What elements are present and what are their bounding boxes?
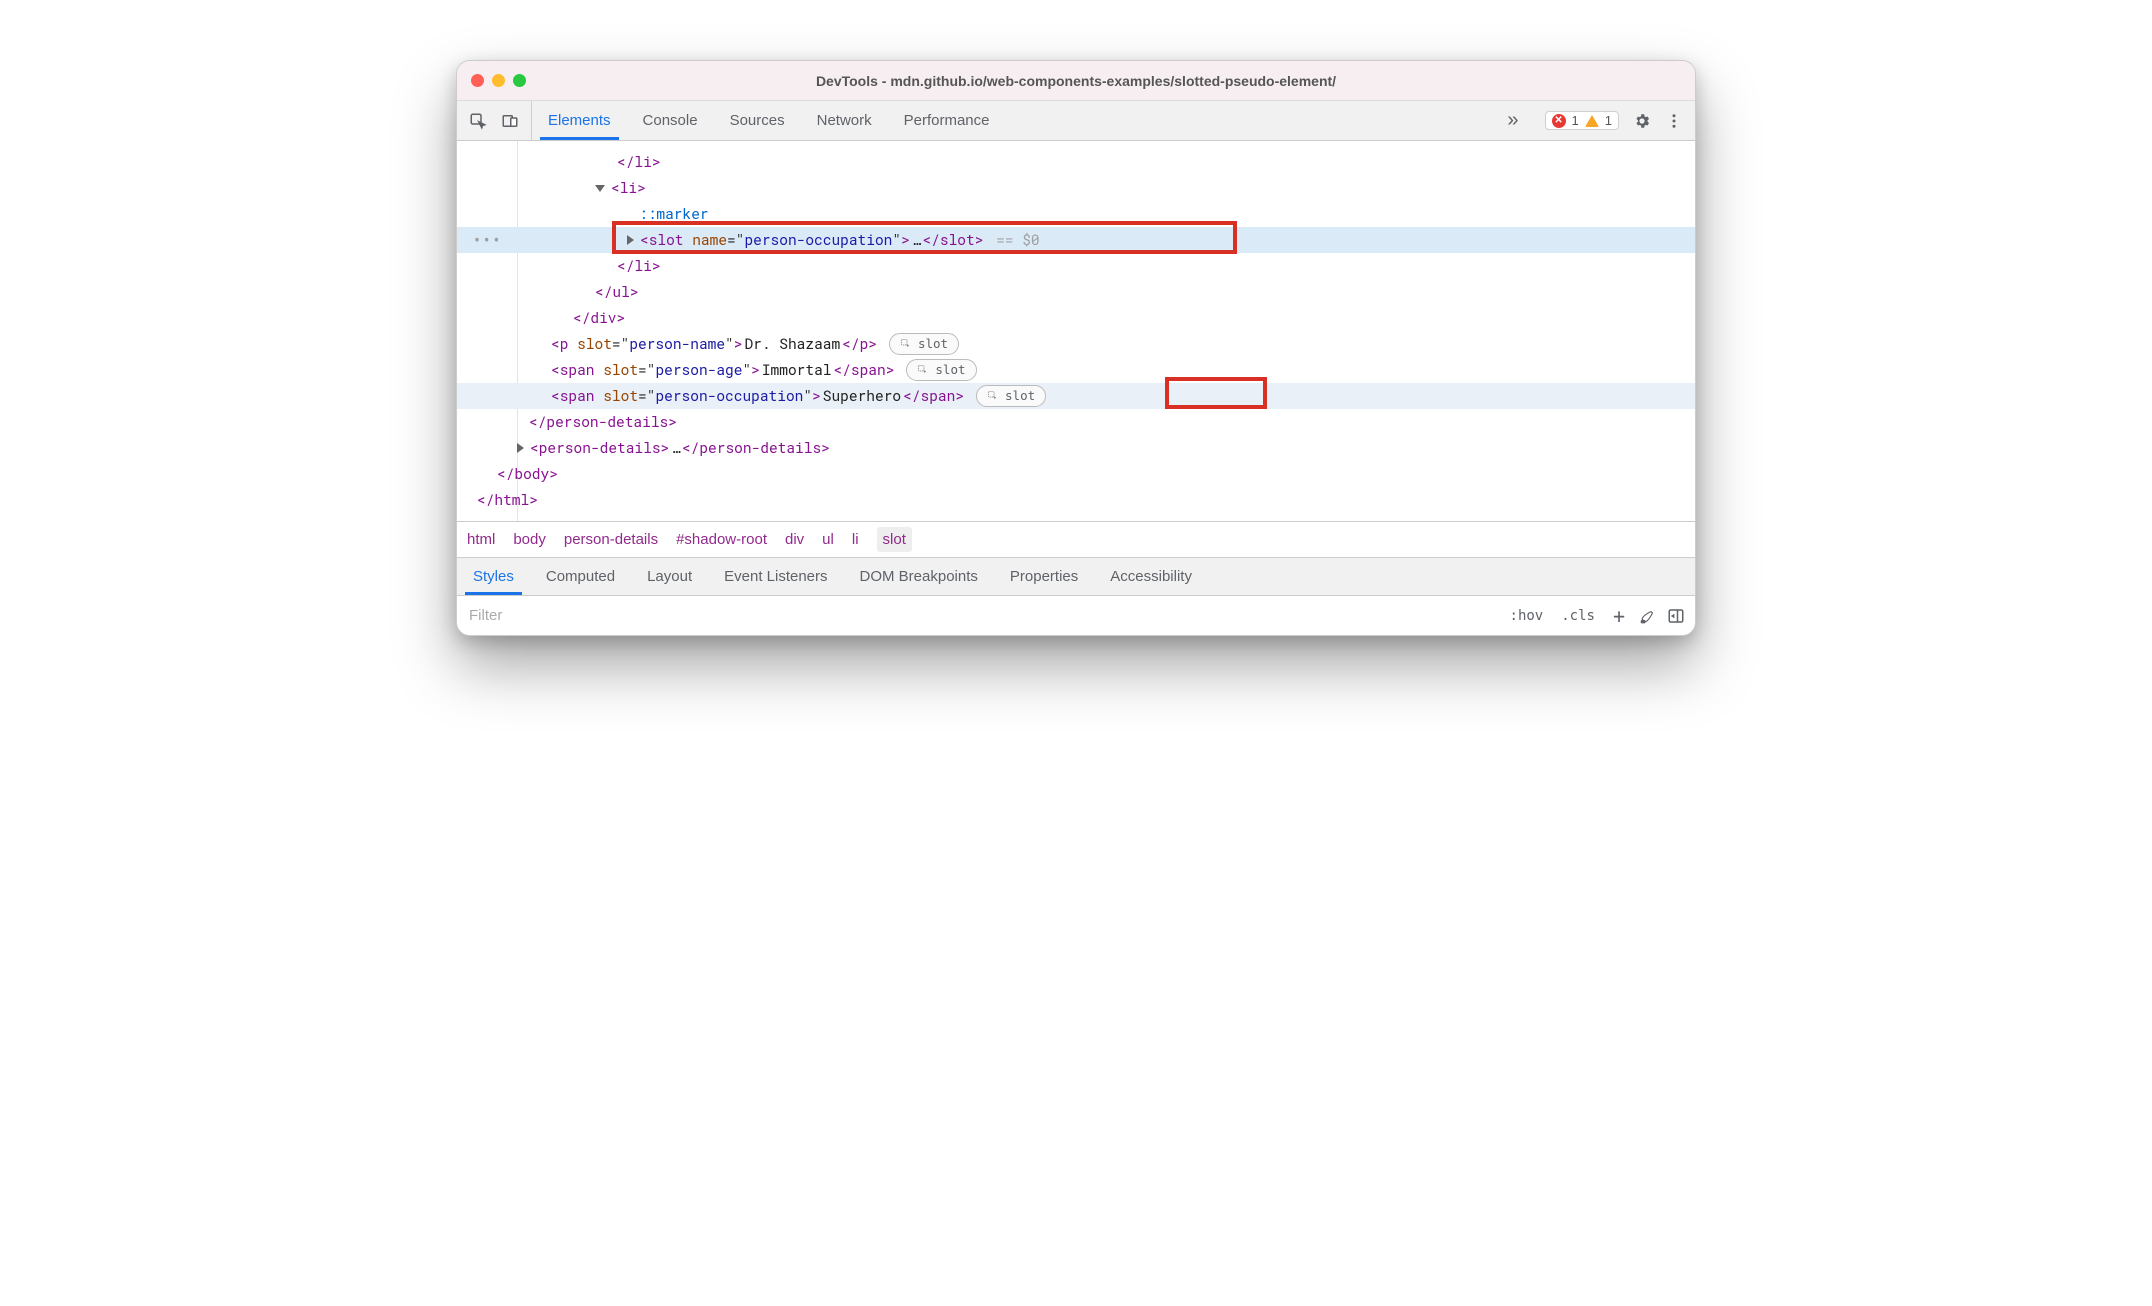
tree-row[interactable]: </li> (457, 253, 1695, 279)
panel-toggle-icon[interactable] (1667, 607, 1685, 625)
subtab-dom-breakpoints[interactable]: DOM Breakpoints (844, 558, 994, 595)
tab-performance[interactable]: Performance (888, 101, 1006, 140)
traffic-lights (471, 74, 526, 87)
elements-panel[interactable]: </li><li>::marker•••<slot name="person-o… (457, 141, 1695, 521)
subtab-layout[interactable]: Layout (631, 558, 708, 595)
error-count: 1 (1572, 113, 1579, 128)
titlebar: DevTools - mdn.github.io/web-components-… (457, 61, 1695, 101)
tab-console[interactable]: Console (627, 101, 714, 140)
warning-icon (1585, 115, 1599, 127)
cls-button[interactable]: .cls (1557, 608, 1599, 624)
tree-row[interactable]: •••<slot name="person-occupation">…</slo… (457, 227, 1695, 253)
breadcrumb-item[interactable]: html (467, 531, 495, 548)
tree-row[interactable]: </html> (457, 487, 1695, 513)
close-icon[interactable] (471, 74, 484, 87)
toolbar: ElementsConsoleSourcesNetworkPerformance… (457, 101, 1695, 141)
slot-reveal-pill[interactable]: slot (906, 359, 976, 381)
tree-row[interactable]: <span slot="person-occupation">Superhero… (457, 383, 1695, 409)
kebab-icon[interactable] (1665, 112, 1683, 130)
minimize-icon[interactable] (492, 74, 505, 87)
breadcrumb-item[interactable]: #shadow-root (676, 531, 767, 548)
styles-subtabs: StylesComputedLayoutEvent ListenersDOM B… (457, 557, 1695, 595)
styles-filter-bar: :hov .cls + (457, 595, 1695, 635)
plus-button[interactable]: + (1609, 604, 1629, 628)
gear-icon[interactable] (1633, 112, 1651, 130)
breadcrumb-item[interactable]: div (785, 531, 804, 548)
tree-row[interactable]: <span slot="person-age">Immortal</span>s… (457, 357, 1695, 383)
tree-row[interactable]: </div> (457, 305, 1695, 331)
subtab-styles[interactable]: Styles (457, 558, 530, 595)
subtab-accessibility[interactable]: Accessibility (1094, 558, 1208, 595)
paintbrush-icon[interactable] (1639, 607, 1657, 625)
device-toggle-icon[interactable] (501, 112, 519, 130)
devtools-window: DevTools - mdn.github.io/web-components-… (456, 60, 1696, 636)
inspect-icon[interactable] (469, 112, 487, 130)
tab-elements[interactable]: Elements (532, 101, 627, 140)
tree-row[interactable]: <p slot="person-name">Dr. Shazaam</p>slo… (457, 331, 1695, 357)
tree-row[interactable]: <li> (457, 175, 1695, 201)
maximize-icon[interactable] (513, 74, 526, 87)
breadcrumb-item[interactable]: body (513, 531, 546, 548)
tab-network[interactable]: Network (801, 101, 888, 140)
hov-button[interactable]: :hov (1506, 608, 1548, 624)
tree-row[interactable]: </body> (457, 461, 1695, 487)
filter-input[interactable] (457, 596, 1496, 635)
warning-count: 1 (1605, 113, 1612, 128)
breadcrumb-item[interactable]: slot (877, 527, 912, 552)
tree-row[interactable]: </person-details> (457, 409, 1695, 435)
breadcrumb: html body person-details #shadow-root div ul l… (457, 521, 1695, 557)
tree-row[interactable]: </ul> (457, 279, 1695, 305)
overflow-tabs-icon[interactable]: » (1493, 109, 1532, 132)
tree-row[interactable]: ::marker (457, 201, 1695, 227)
subtab-event-listeners[interactable]: Event Listeners (708, 558, 843, 595)
error-icon: ✕ (1552, 114, 1566, 128)
slot-reveal-pill[interactable]: slot (889, 333, 959, 355)
tree-row[interactable]: <person-details>…</person-details> (457, 435, 1695, 461)
slot-reveal-pill[interactable]: slot (976, 385, 1046, 407)
breadcrumb-item[interactable]: person-details (564, 531, 658, 548)
subtab-computed[interactable]: Computed (530, 558, 631, 595)
window-title: DevTools - mdn.github.io/web-components-… (816, 73, 1336, 89)
breadcrumb-item[interactable]: ul (822, 531, 834, 548)
breadcrumb-item[interactable]: li (852, 531, 859, 548)
tab-sources[interactable]: Sources (714, 101, 801, 140)
tree-row[interactable]: </li> (457, 149, 1695, 175)
subtab-properties[interactable]: Properties (994, 558, 1094, 595)
issue-counter[interactable]: ✕ 1 1 (1545, 111, 1619, 130)
